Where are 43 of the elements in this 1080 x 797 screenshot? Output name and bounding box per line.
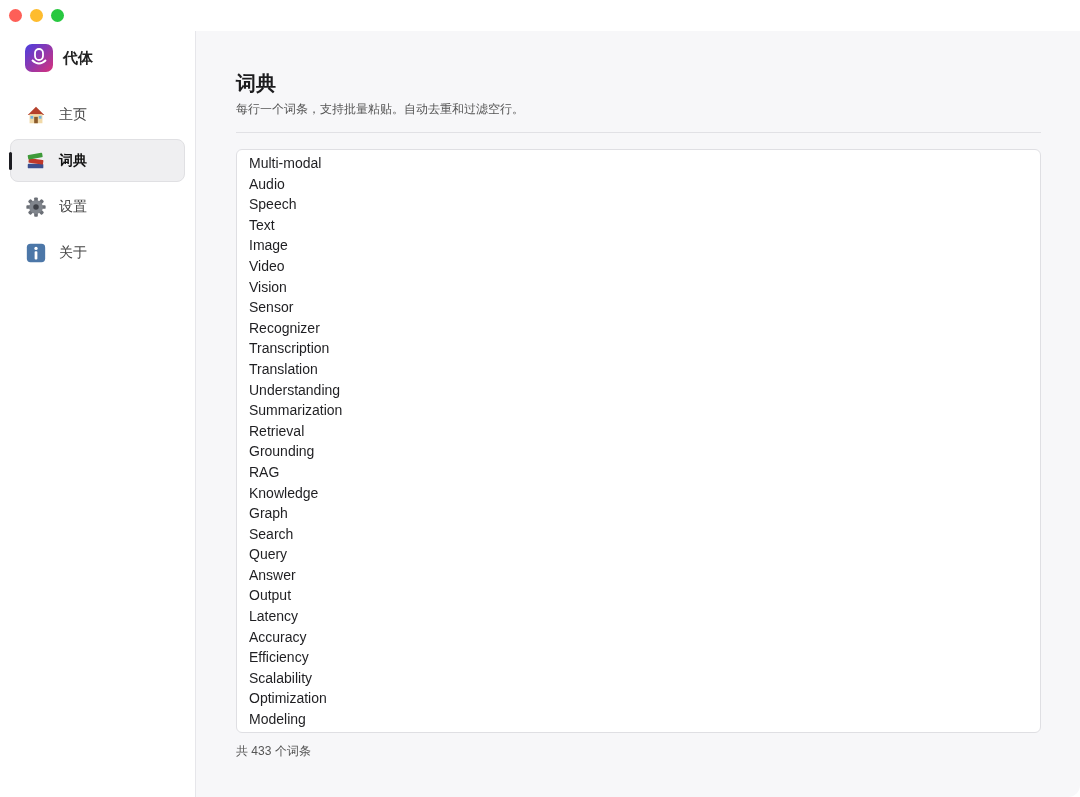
entry-text: Scalability bbox=[249, 668, 313, 688]
entry-text: Output bbox=[249, 586, 292, 606]
entry-text: Latency bbox=[249, 607, 299, 627]
page-title: 词典 bbox=[236, 71, 277, 96]
app-name: 代体 bbox=[63, 48, 93, 68]
entry-text: Search bbox=[249, 524, 294, 544]
entry-text: Text bbox=[249, 215, 275, 235]
entry-text: Understanding bbox=[249, 380, 341, 400]
sidebar-item[interactable]: 关于 bbox=[10, 231, 185, 274]
entry-text: Retrieval bbox=[249, 421, 305, 441]
word-list-field[interactable] bbox=[236, 149, 1041, 733]
entry-text: Multi-modal bbox=[249, 154, 322, 173]
sidebar-item[interactable]: 设置 bbox=[10, 185, 185, 228]
info-icon bbox=[25, 241, 47, 264]
entry-text: Graph bbox=[249, 504, 288, 524]
entry-text: Efficiency bbox=[249, 648, 309, 668]
sidebar-item[interactable]: 词典 bbox=[10, 139, 185, 182]
entry-text: Optimization bbox=[249, 689, 327, 709]
close-button[interactable] bbox=[9, 9, 22, 22]
entry-text: Transcription bbox=[249, 339, 330, 359]
entry-text: Image bbox=[249, 236, 288, 256]
minimize-button[interactable] bbox=[30, 9, 43, 22]
entry-text: Query bbox=[249, 545, 288, 565]
entry-text: RAG bbox=[249, 462, 280, 482]
page-description: 每行一个词条，支持批量粘贴。自动去重和过滤空行。 bbox=[236, 101, 525, 118]
entry-text: Vision bbox=[249, 277, 287, 297]
entry-text: Accuracy bbox=[249, 627, 307, 647]
entry-count: 共 433 个词条 bbox=[236, 743, 311, 760]
microphone-logo-icon bbox=[25, 44, 53, 72]
entry-text: Modeling bbox=[249, 710, 306, 730]
zoom-button[interactable] bbox=[51, 9, 64, 22]
entry-text: Recognizer bbox=[249, 318, 320, 338]
entry-text: Translation bbox=[249, 359, 318, 379]
entry-text: Knowledge bbox=[249, 483, 319, 503]
gear-icon bbox=[25, 195, 47, 218]
entry-text: Summarization bbox=[249, 401, 343, 421]
entry-text: Answer bbox=[249, 565, 296, 585]
entry-text: Audio bbox=[249, 174, 285, 194]
entry-text: Video bbox=[249, 256, 285, 276]
entry-text: Sensor bbox=[249, 298, 294, 318]
entry-text: Speech bbox=[249, 195, 297, 215]
entry-text: Grounding bbox=[249, 442, 315, 462]
sidebar-item[interactable]: 主页 bbox=[10, 93, 185, 136]
